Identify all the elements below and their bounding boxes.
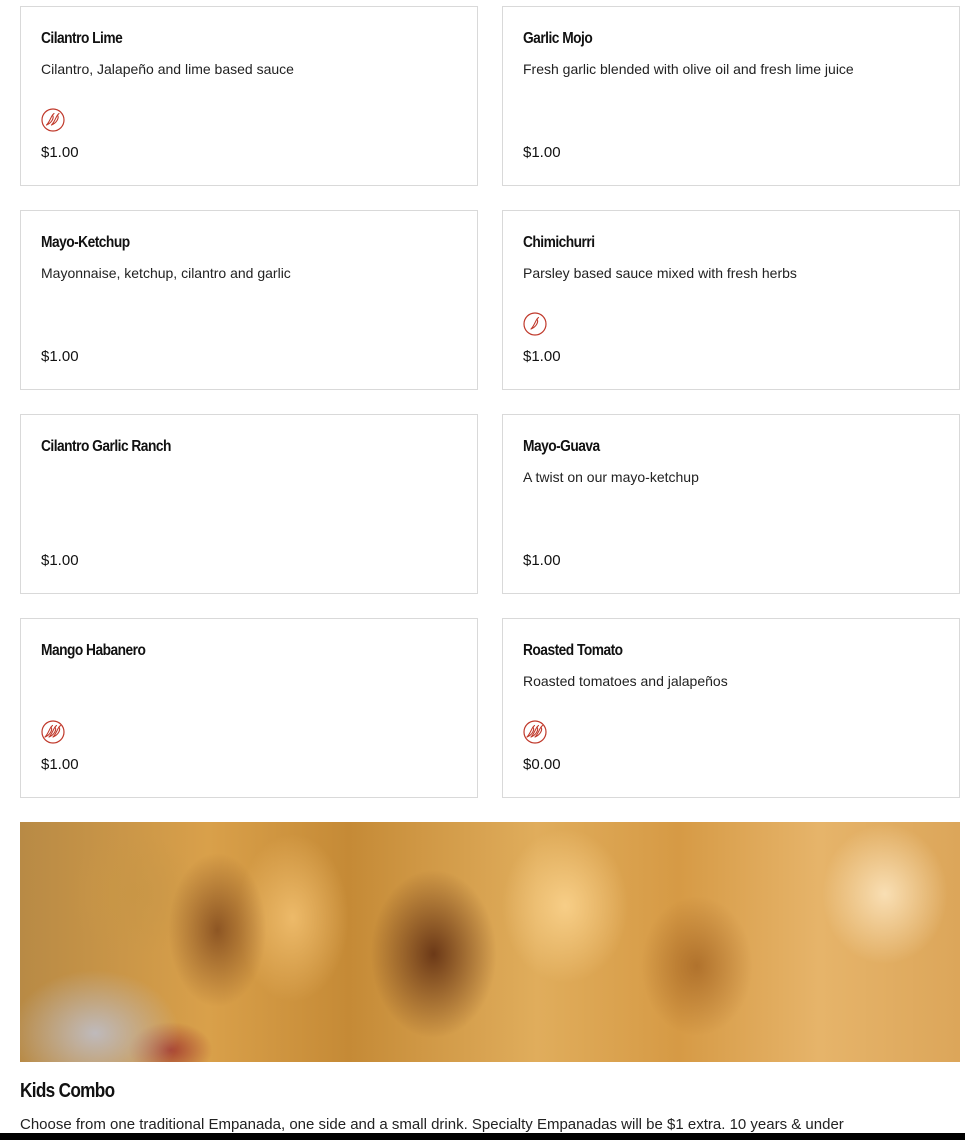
item-price: $1.00: [41, 552, 79, 569]
item-description: Roasted tomatoes and jalapeños: [523, 673, 728, 689]
item-description: Parsley based sauce mixed with fresh her…: [523, 265, 797, 281]
item-description: Fresh garlic blended with olive oil and …: [523, 61, 854, 77]
item-name: Chimichurri: [523, 234, 595, 251]
menu-item-card[interactable]: Mayo-Ketchup Mayonnaise, ketchup, cilant…: [20, 210, 478, 390]
pepper-mild-icon: [523, 312, 547, 336]
item-price: $1.00: [41, 144, 79, 161]
menu-item-card[interactable]: Cilantro Lime Cilantro, Jalapeño and lim…: [20, 6, 478, 186]
pepper-hot-icon: [523, 720, 547, 744]
item-description: A twist on our mayo-ketchup: [523, 469, 699, 485]
item-name: Cilantro Lime: [41, 30, 123, 47]
item-name: Garlic Mojo: [523, 30, 593, 47]
item-name: Mango Habanero: [41, 642, 146, 659]
item-price: $1.00: [523, 348, 561, 365]
item-description: Cilantro, Jalapeño and lime based sauce: [41, 61, 294, 77]
section-title: Kids Combo: [20, 1080, 115, 1102]
menu-item-card[interactable]: Cilantro Garlic Ranch $1.00: [20, 414, 478, 594]
kids-combo-image: [20, 822, 960, 1062]
menu-item-card[interactable]: Mango Habanero $1.00: [20, 618, 478, 798]
item-name: Mayo-Guava: [523, 438, 600, 455]
item-price: $1.00: [523, 144, 561, 161]
item-description: Mayonnaise, ketchup, cilantro and garlic: [41, 265, 291, 281]
pepper-medium-icon: [41, 108, 65, 132]
item-price: $0.00: [523, 756, 561, 773]
pepper-hot-icon: [41, 720, 65, 744]
item-name: Cilantro Garlic Ranch: [41, 438, 171, 455]
menu-item-card[interactable]: Mayo-Guava A twist on our mayo-ketchup $…: [502, 414, 960, 594]
item-name: Roasted Tomato: [523, 642, 623, 659]
item-price: $1.00: [41, 756, 79, 773]
item-price: $1.00: [41, 348, 79, 365]
menu-item-card[interactable]: Garlic Mojo Fresh garlic blended with ol…: [502, 6, 960, 186]
menu-item-card[interactable]: Chimichurri Parsley based sauce mixed wi…: [502, 210, 960, 390]
item-name: Mayo-Ketchup: [41, 234, 130, 251]
menu-item-card[interactable]: Roasted Tomato Roasted tomatoes and jala…: [502, 618, 960, 798]
bottom-bar: [0, 1133, 965, 1140]
section-description: Choose from one traditional Empanada, on…: [20, 1116, 844, 1133]
item-price: $1.00: [523, 552, 561, 569]
